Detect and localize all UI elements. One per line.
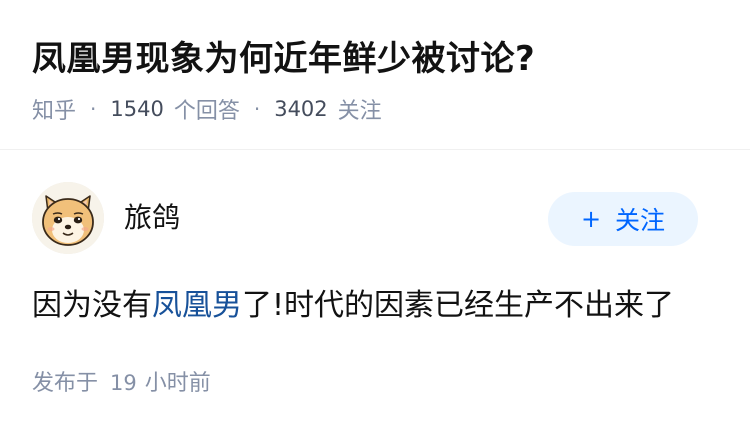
avatar-illustration	[32, 182, 104, 254]
publish-time: 发布于 19 小时前	[32, 366, 211, 401]
answer-count: 1540	[110, 97, 164, 121]
follow-button-label: 关注	[615, 206, 666, 235]
follow-count-label: 关注	[337, 99, 382, 124]
question-title[interactable]: 凤凰男现象为何近年鲜少被讨论?	[32, 34, 535, 84]
follow-count: 3402	[274, 97, 328, 121]
meta-separator: ·	[253, 97, 261, 121]
meta-separator: ·	[90, 97, 97, 121]
question-meta: 知乎 · 1540 个回答 · 3402 关注	[32, 92, 382, 126]
plus-icon: +	[580, 205, 602, 233]
answer-content: 因为没有凤凰男了!时代的因素已经生产不出来了	[32, 284, 674, 328]
publish-hours: 19	[110, 371, 137, 395]
publish-suffix: 小时前	[144, 371, 211, 396]
author-name[interactable]: 旅鸽	[124, 198, 180, 238]
source-label[interactable]: 知乎	[32, 93, 76, 125]
follow-author-button[interactable]: + 关注	[548, 192, 698, 246]
question-header: 凤凰男现象为何近年鲜少被讨论? 知乎 · 1540 个回答 · 3402 关注	[0, 0, 750, 150]
answer-text-after: 了!时代的因素已经生产不出来了	[242, 288, 675, 323]
answer-author-row: 旅鸽 + 关注	[32, 182, 718, 254]
shiba-dog-avatar-icon[interactable]	[32, 182, 104, 254]
answer-count-label: 个回答	[173, 99, 240, 124]
publish-prefix: 发布于	[32, 371, 99, 396]
keyword-link-phoenix-man[interactable]: 凤凰男	[152, 288, 242, 323]
answer-text-before: 因为没有	[32, 288, 152, 323]
